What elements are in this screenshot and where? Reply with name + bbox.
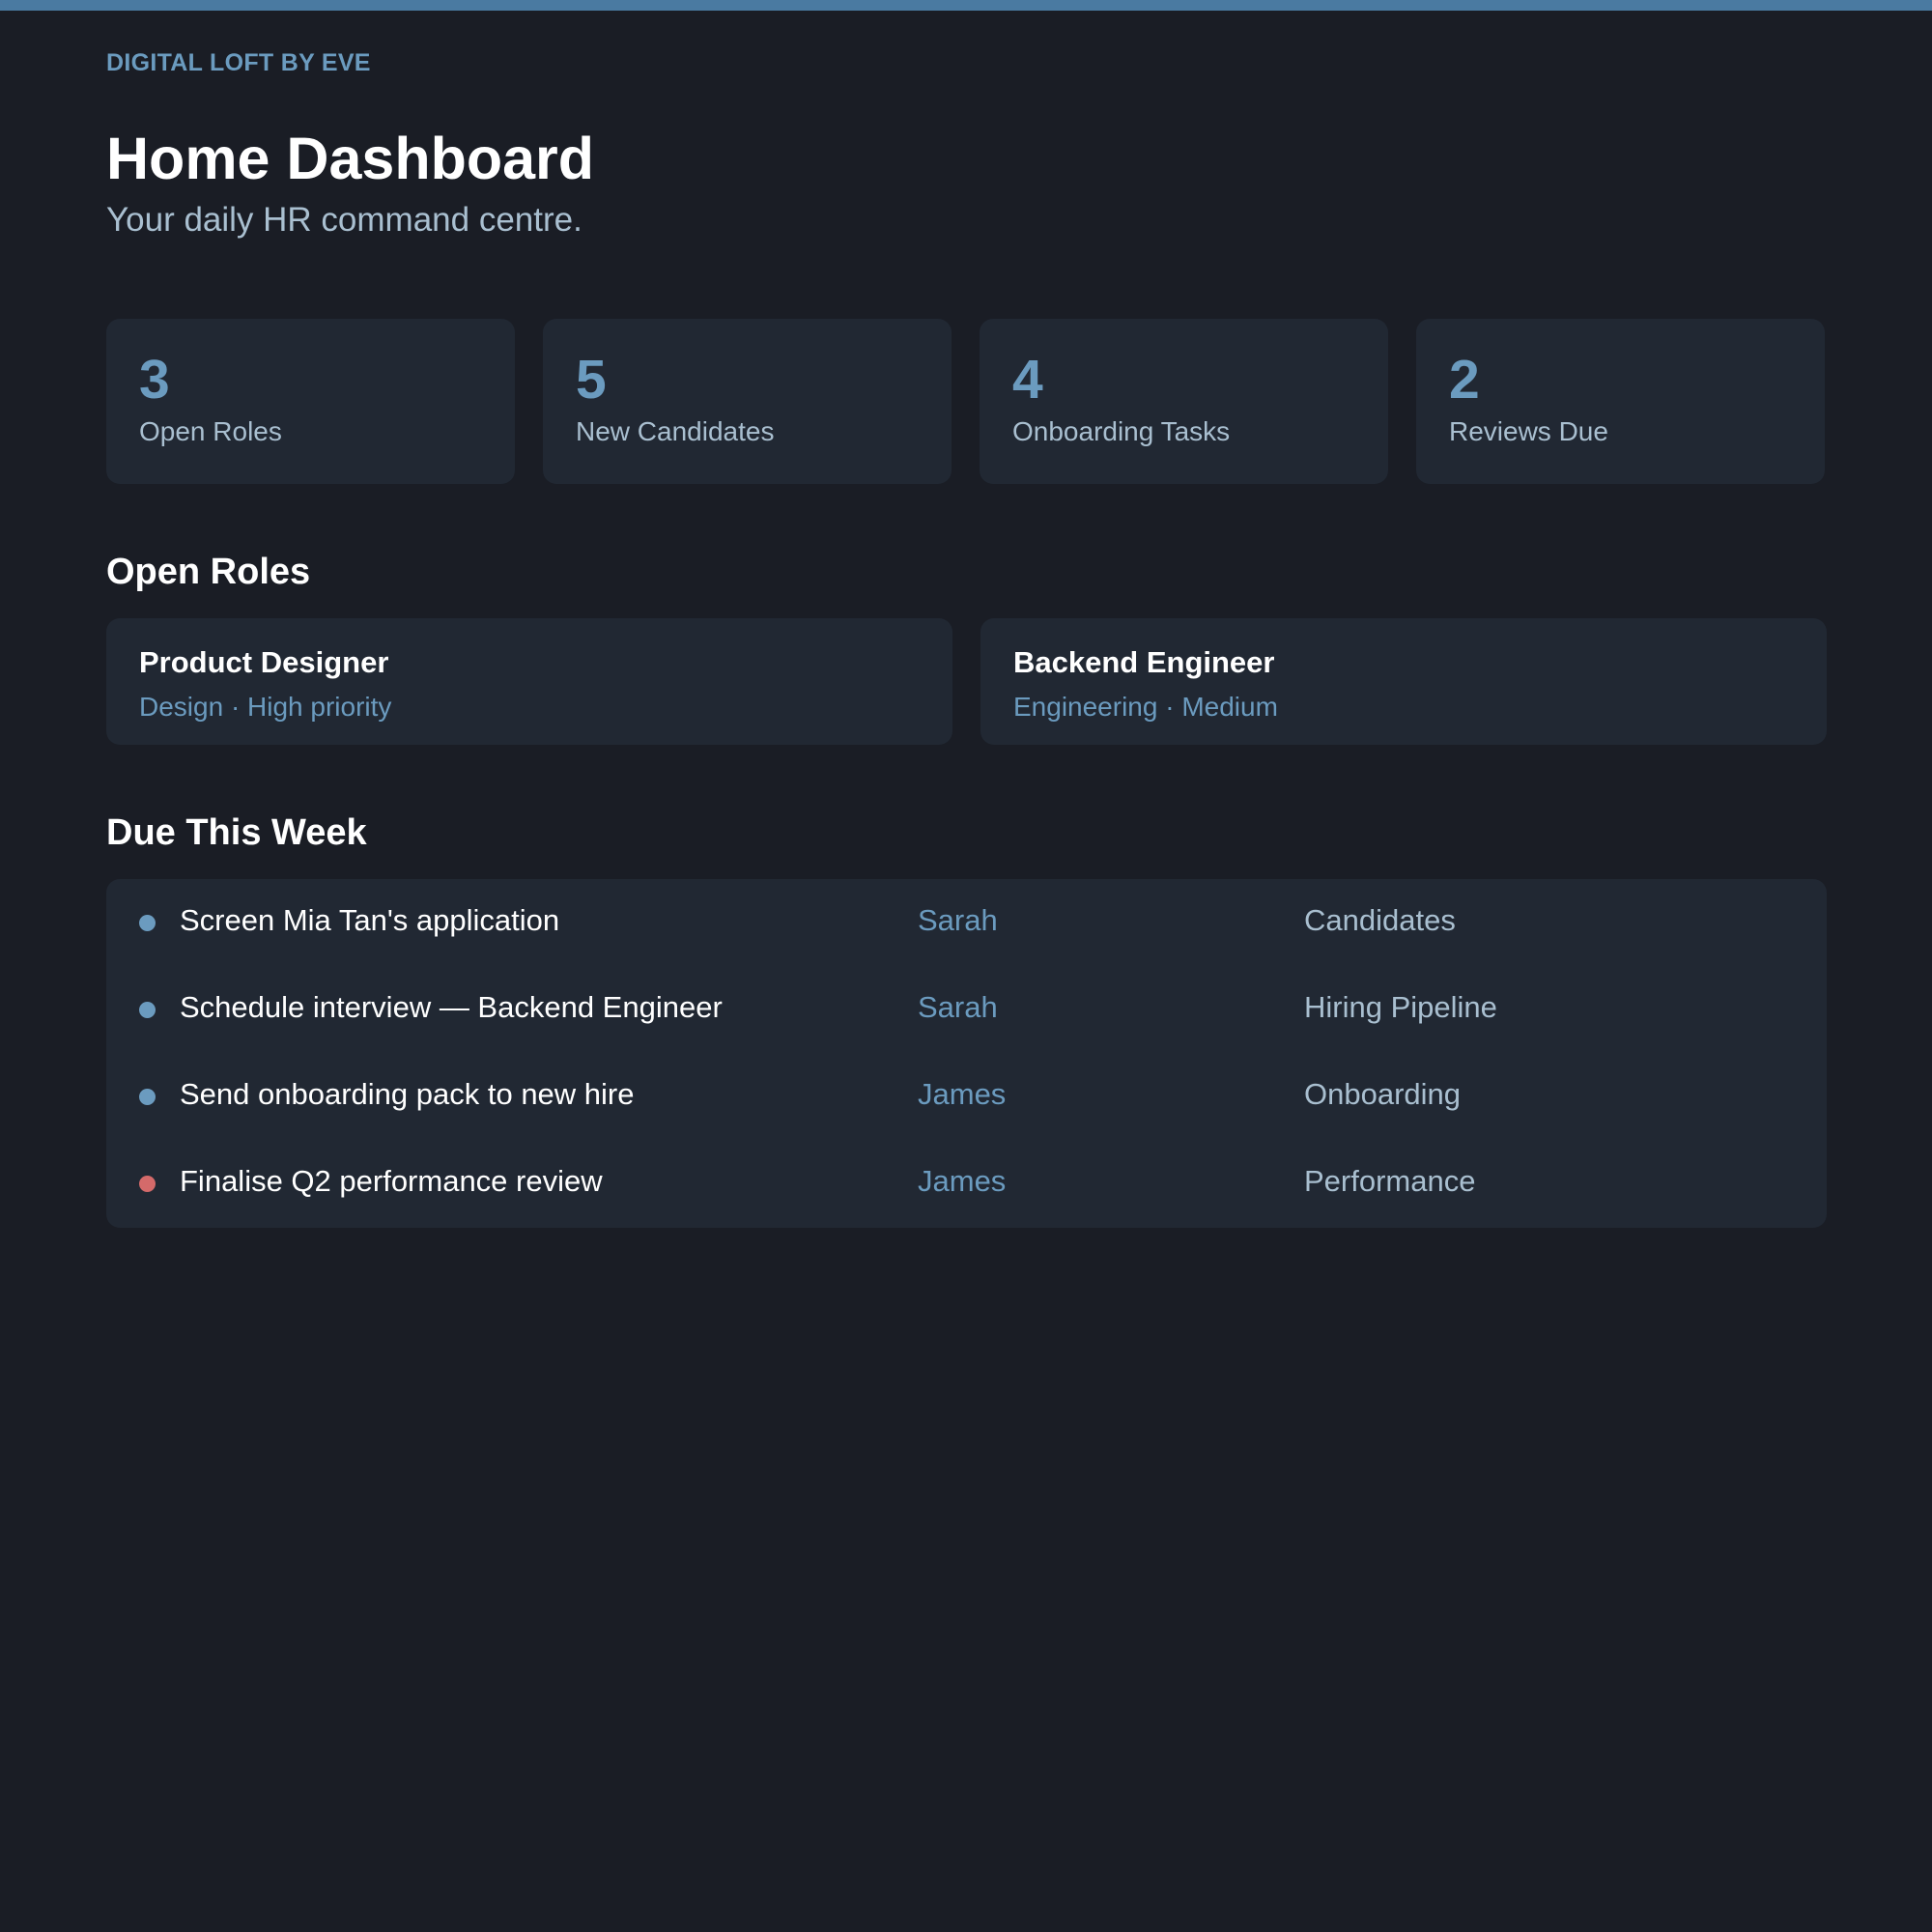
- stat-value: 4: [1012, 349, 1043, 411]
- due-item-owner: Sarah: [918, 990, 998, 1024]
- top-accent-bar: [0, 0, 1932, 11]
- due-item[interactable]: Send onboarding pack to new hire James O…: [106, 1053, 1827, 1140]
- due-item[interactable]: Screen Mia Tan's application Sarah Candi…: [106, 879, 1827, 966]
- due-item-area: Hiring Pipeline: [1304, 990, 1497, 1024]
- page-title: Home Dashboard: [106, 126, 595, 191]
- stat-value: 3: [139, 349, 170, 411]
- stat-label: Open Roles: [139, 416, 282, 446]
- role-title: Product Designer: [139, 645, 389, 679]
- status-dot-icon: [139, 1002, 156, 1018]
- stat-card-new-candidates[interactable]: 5 New Candidates: [543, 319, 952, 484]
- due-item-area: Performance: [1304, 1164, 1476, 1198]
- due-item-area: Candidates: [1304, 903, 1456, 937]
- stat-label: Reviews Due: [1449, 416, 1608, 446]
- status-dot-icon: [139, 915, 156, 931]
- stat-card-reviews-due[interactable]: 2 Reviews Due: [1416, 319, 1825, 484]
- due-item-task: Screen Mia Tan's application: [180, 903, 560, 937]
- page-subtitle: Your daily HR command centre.: [106, 201, 582, 239]
- role-meta: Design · High priority: [139, 692, 392, 722]
- due-this-week-list: Screen Mia Tan's application Sarah Candi…: [106, 879, 1827, 1228]
- due-item-area: Onboarding: [1304, 1077, 1462, 1111]
- due-item-task: Schedule interview — Backend Engineer: [180, 990, 723, 1024]
- role-title: Backend Engineer: [1013, 645, 1275, 679]
- due-item-owner: James: [918, 1164, 1007, 1198]
- stat-card-open-roles[interactable]: 3 Open Roles: [106, 319, 515, 484]
- role-card-product-designer[interactable]: Product Designer Design · High priority: [106, 618, 952, 745]
- due-item-owner: James: [918, 1077, 1007, 1111]
- due-item[interactable]: Schedule interview — Backend Engineer Sa…: [106, 966, 1827, 1053]
- due-item-owner: Sarah: [918, 903, 998, 937]
- stat-card-onboarding-tasks[interactable]: 4 Onboarding Tasks: [980, 319, 1388, 484]
- stat-label: Onboarding Tasks: [1012, 416, 1231, 446]
- stat-label: New Candidates: [576, 416, 775, 446]
- stat-value: 2: [1449, 349, 1480, 411]
- open-roles-heading: Open Roles: [106, 552, 311, 592]
- due-this-week-heading: Due This Week: [106, 812, 367, 853]
- stat-value: 5: [576, 349, 607, 411]
- due-item-task: Finalise Q2 performance review: [180, 1164, 603, 1198]
- role-meta: Engineering · Medium: [1013, 692, 1278, 722]
- brand-name: DIGITAL LOFT BY EVE: [106, 49, 371, 76]
- due-item[interactable]: Finalise Q2 performance review James Per…: [106, 1140, 1827, 1227]
- due-item-task: Send onboarding pack to new hire: [180, 1077, 635, 1111]
- role-card-backend-engineer[interactable]: Backend Engineer Engineering · Medium: [980, 618, 1827, 745]
- status-dot-icon: [139, 1089, 156, 1105]
- status-dot-icon: [139, 1176, 156, 1192]
